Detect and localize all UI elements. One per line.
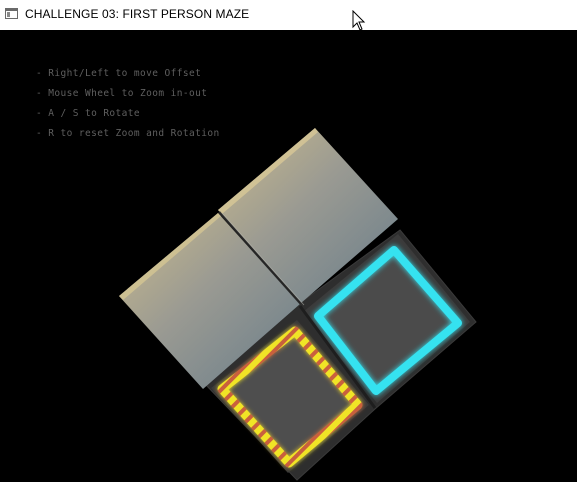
mouse-pointer-icon [352, 10, 366, 31]
app-window-icon [5, 8, 18, 19]
window-title: CHALLENGE 03: FIRST PERSON MAZE [25, 7, 250, 21]
game-viewport[interactable]: - Right/Left to move Offset - Mouse Whee… [0, 30, 577, 482]
maze-scene [119, 128, 477, 481]
window-titlebar[interactable]: CHALLENGE 03: FIRST PERSON MAZE [0, 0, 577, 31]
